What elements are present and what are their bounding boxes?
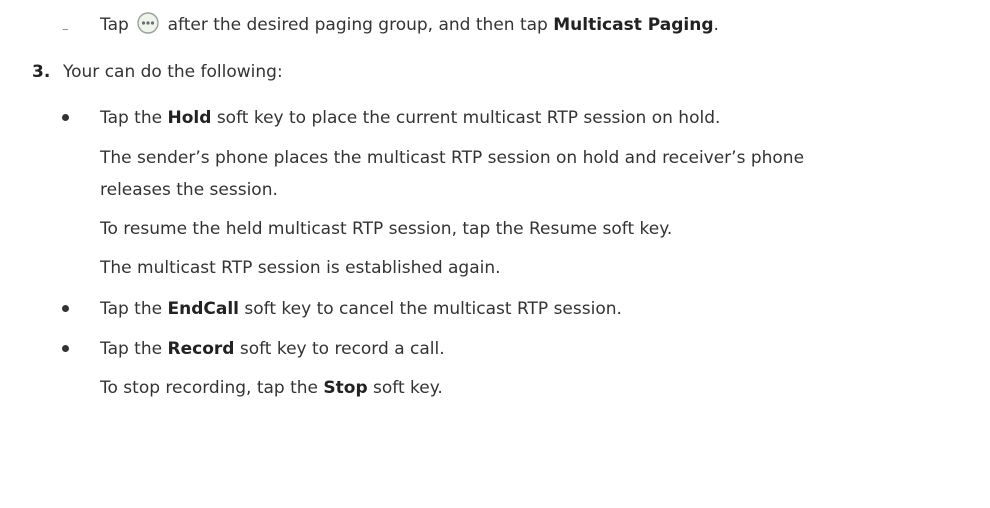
instruction-text: Tap the — [100, 108, 163, 128]
keyword-record: Record — [167, 339, 235, 359]
instruction-text: To stop recording, tap the — [100, 378, 318, 398]
instruction-text: Tap — [100, 15, 129, 35]
record-instruction: Tap the Record soft key to record a call… — [100, 337, 445, 361]
keyword-multicast-paging: Multicast Paging — [553, 15, 714, 35]
keyword-stop: Stop — [323, 378, 368, 398]
step-number: 3. — [32, 62, 51, 82]
dash-marker: – — [62, 22, 69, 37]
bullet-icon — [62, 114, 69, 121]
instruction-text: Tap the — [100, 339, 163, 359]
established-description: The multicast RTP session is established… — [100, 258, 501, 278]
hold-description: releases the session. — [100, 180, 278, 200]
resume-description: To resume the held multicast RTP session… — [100, 219, 673, 239]
more-options-icon — [137, 12, 159, 34]
instruction-text: after the desired paging group, and then… — [167, 15, 548, 35]
keyword-hold: Hold — [167, 108, 212, 128]
keyword-endcall: EndCall — [167, 299, 240, 319]
instruction-text: soft key. — [373, 378, 443, 398]
bullet-icon — [62, 305, 69, 312]
stop-instruction: To stop recording, tap the Stop soft key… — [100, 376, 443, 400]
bullet-icon — [62, 345, 69, 352]
hold-instruction: Tap the Hold soft key to place the curre… — [100, 106, 720, 130]
instruction-text: soft key to place the current multicast … — [216, 108, 721, 128]
instruction-text: soft key to cancel the multicast RTP ses… — [244, 299, 622, 319]
instruction-text: . — [713, 15, 719, 35]
endcall-instruction: Tap the EndCall soft key to cancel the m… — [100, 297, 622, 321]
hold-description: The sender’s phone places the multicast … — [100, 148, 805, 168]
tap-more-instruction: Tap after the desired paging group, and … — [100, 12, 719, 37]
step-text: Your can do the following: — [63, 62, 283, 82]
instruction-text: soft key to record a call. — [239, 339, 445, 359]
instruction-text: Tap the — [100, 299, 163, 319]
